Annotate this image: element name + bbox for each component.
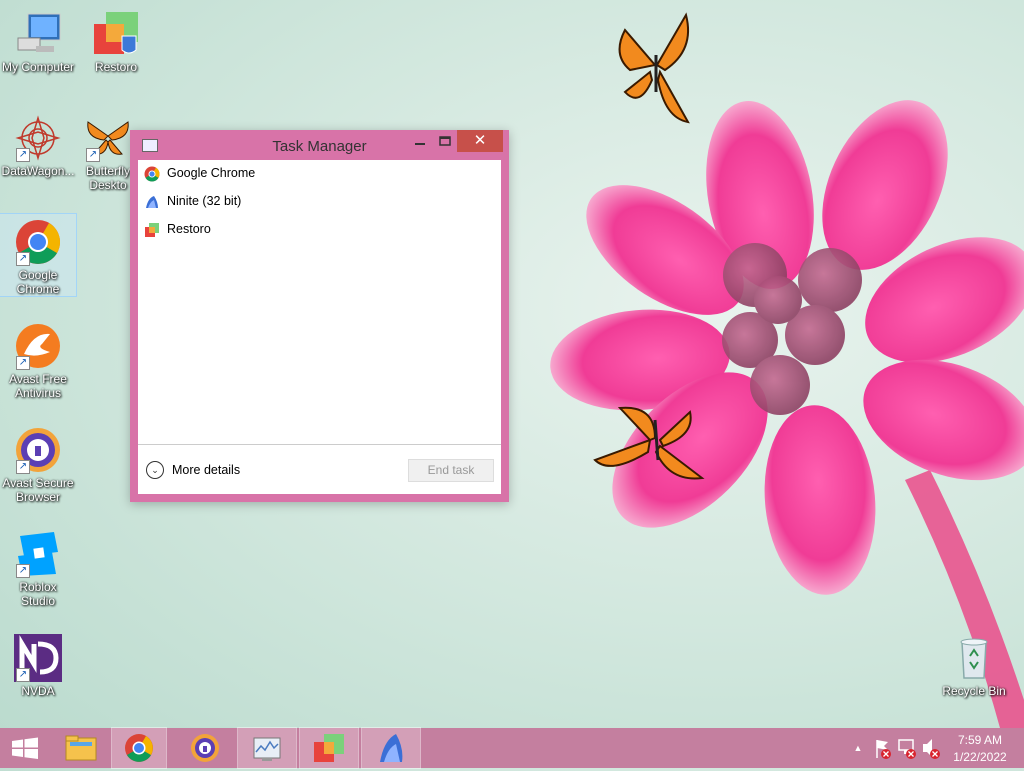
desktop-icon-recycle-bin[interactable]: Recycle Bin: [936, 630, 1012, 698]
volume-muted-icon[interactable]: [920, 728, 942, 768]
desktop-icon-label: My Computer: [1, 60, 75, 74]
desktop-icon-label: Recycle Bin: [942, 684, 1006, 698]
file-explorer-icon: [65, 735, 97, 761]
shortcut-arrow-icon: ↗: [16, 668, 30, 682]
desktop-icon-label: Google Chrome: [16, 268, 60, 296]
show-hidden-icons-button[interactable]: ▲: [850, 728, 866, 768]
restoro-icon: [145, 223, 159, 237]
more-details-label: More details: [172, 463, 241, 477]
desktop-icon-label: NVDA: [21, 684, 55, 698]
desktop-icon-butterfly-desktop[interactable]: ↗ Butterfly Deskto: [78, 110, 138, 192]
desktop-icon-datawagon[interactable]: ↗ DataWagon...: [0, 110, 76, 178]
start-icon: [12, 737, 38, 759]
desktop-icon-label: Avast Secure Browser: [2, 476, 74, 504]
minimize-icon: [415, 143, 425, 145]
process-name: Restoro: [167, 222, 211, 236]
taskbar-file-explorer[interactable]: [54, 728, 108, 768]
roblox-studio-icon: ↗: [14, 530, 62, 578]
list-item[interactable]: Restoro: [144, 218, 494, 240]
ninite-icon: [380, 734, 403, 762]
process-name: Ninite (32 bit): [167, 194, 242, 208]
taskbar-avast-secure-browser[interactable]: [178, 728, 232, 768]
minimize-button[interactable]: [407, 130, 433, 152]
taskbar-ninite[interactable]: [361, 727, 421, 769]
nvda-icon: ↗: [14, 634, 62, 682]
network-icon[interactable]: [896, 728, 918, 768]
desktop-icon-nvda[interactable]: ↗ NVDA: [0, 630, 76, 698]
shortcut-arrow-icon: ↗: [16, 564, 30, 578]
list-item[interactable]: Ninite (32 bit): [144, 190, 494, 212]
desktop-icon-avast-secure-browser[interactable]: ↗ Avast Secure Browser: [0, 422, 76, 504]
title-bar[interactable]: Task Manager ✕: [130, 130, 509, 160]
ninite-icon: [146, 196, 158, 208]
maximize-button[interactable]: [433, 130, 457, 152]
close-button[interactable]: ✕: [457, 130, 503, 152]
process-list-panel: Google Chrome Ninite (32 bit) Restoro ⌄ …: [138, 160, 501, 494]
recycle-bin-icon: [950, 634, 998, 682]
shortcut-arrow-icon: ↗: [16, 148, 30, 162]
chevron-down-icon: ⌄: [146, 461, 164, 479]
maximize-icon: [439, 136, 451, 146]
avast-browser-icon: [191, 734, 219, 762]
more-details-button[interactable]: ⌄ More details: [146, 461, 366, 481]
desktop-icon-roblox-studio[interactable]: ↗ Roblox Studio: [0, 526, 76, 608]
desktop-icon-label: Restoro: [94, 60, 138, 74]
desktop-icon-label: Avast Free Antivirus: [9, 372, 67, 400]
clock-date: 1/22/2022: [953, 750, 1007, 764]
desktop-icon-google-chrome[interactable]: ↗ Google Chrome: [0, 213, 77, 297]
action-center-icon[interactable]: [872, 728, 894, 768]
desktop-icon-label: DataWagon...: [1, 164, 75, 178]
task-manager-footer: ⌄ More details End task: [138, 444, 501, 495]
desktop-icon-restoro[interactable]: Restoro: [78, 6, 154, 74]
butterfly-icon: ↗: [84, 114, 132, 162]
chrome-icon: [125, 734, 153, 762]
butterfly-decoration: [618, 12, 690, 124]
chrome-icon: ↗: [14, 218, 62, 266]
task-manager-window[interactable]: Task Manager ✕ Google Chrome Ninite (32 …: [130, 130, 509, 502]
end-task-button[interactable]: End task: [408, 459, 494, 482]
desktop-icon-avast-free-antivirus[interactable]: ↗ Avast Free Antivirus: [0, 318, 76, 400]
taskbar-clock[interactable]: 7:59 AM 1/22/2022: [944, 728, 1016, 768]
shortcut-arrow-icon: ↗: [16, 460, 30, 474]
list-item[interactable]: Google Chrome: [144, 162, 494, 184]
clock-time: 7:59 AM: [957, 733, 1003, 747]
computer-icon: [14, 10, 62, 58]
taskbar-google-chrome[interactable]: [111, 727, 167, 769]
start-button[interactable]: [0, 728, 50, 768]
restoro-icon: [314, 734, 344, 762]
datawagon-icon: ↗: [14, 114, 62, 162]
restoro-icon: [92, 10, 140, 58]
shortcut-arrow-icon: ↗: [16, 356, 30, 370]
desktop-icon-label: Roblox Studio: [19, 580, 57, 608]
avast-browser-icon: ↗: [14, 426, 62, 474]
taskbar: ▲ 7:59 AM 1/22/2022: [0, 727, 1024, 769]
shortcut-arrow-icon: ↗: [86, 148, 100, 162]
avast-icon: ↗: [14, 322, 62, 370]
shortcut-arrow-icon: ↗: [16, 252, 30, 266]
chrome-icon: [144, 166, 160, 182]
task-manager-icon: [253, 737, 281, 761]
desktop-icon-label: Butterfly Deskto: [85, 164, 130, 192]
taskbar-restoro[interactable]: [299, 727, 359, 769]
close-icon: ✕: [473, 132, 487, 149]
process-name: Google Chrome: [167, 166, 256, 180]
taskbar-task-manager[interactable]: [237, 727, 297, 769]
desktop-icon-my-computer[interactable]: My Computer: [0, 6, 76, 74]
